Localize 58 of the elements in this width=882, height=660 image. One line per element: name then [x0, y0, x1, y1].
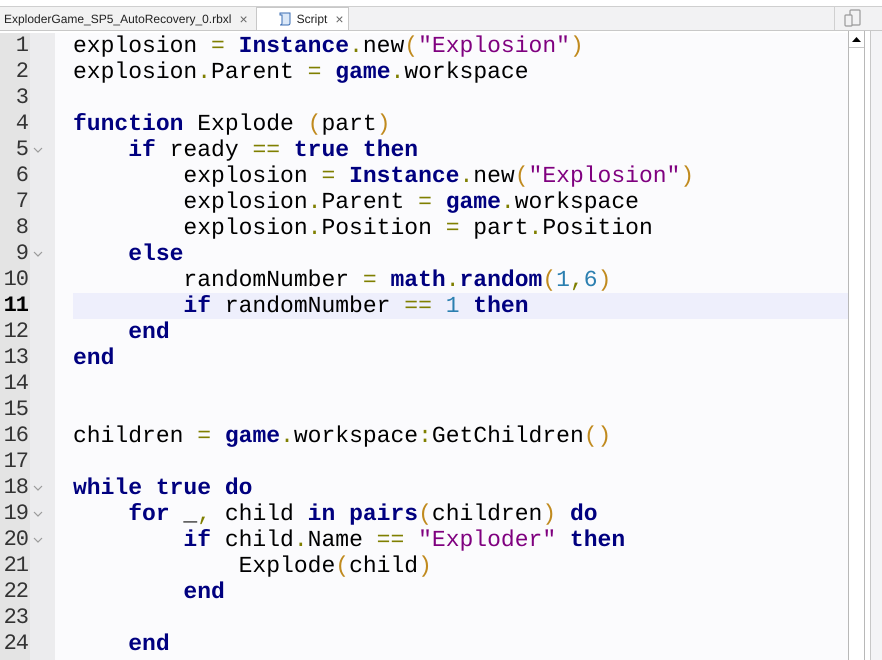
line-number: 24 [4, 633, 28, 655]
scroll-icon [276, 11, 293, 27]
line-number: 4 [16, 113, 28, 135]
scroll-up-icon[interactable] [852, 36, 861, 42]
fold-icon[interactable] [33, 485, 43, 491]
code-line: for _, child in pairs(children) do [127, 502, 598, 526]
line-number: 17 [4, 451, 28, 473]
line-number: 6 [16, 165, 28, 187]
code-line: function Explode (part) [73, 112, 390, 136]
line-number: 8 [16, 217, 28, 239]
code-line: end [73, 346, 114, 370]
line-number: 1 [16, 35, 28, 57]
code-line: end [182, 580, 225, 604]
code-line: Explode(child) [238, 554, 432, 578]
close-icon[interactable]: × [239, 12, 248, 26]
code-line: if randomNumber == 1 then [182, 294, 529, 318]
code-line: end [127, 632, 170, 656]
scrollbar[interactable] [848, 31, 865, 660]
code-line: if ready == true then [127, 138, 418, 162]
line-number: 19 [4, 503, 28, 525]
line-number: 14 [4, 373, 28, 395]
line-number: 12 [4, 321, 28, 343]
line-number: 21 [4, 555, 28, 577]
line-number: 13 [4, 347, 28, 369]
code-line: if child.Name == "Exploder" then [182, 528, 626, 552]
editor-tab[interactable]: Script × [256, 7, 349, 30]
code-line: explosion.Parent = game.workspace [182, 190, 639, 214]
line-number: 16 [4, 425, 28, 447]
line-number: 5 [16, 139, 28, 161]
code-line: else [127, 242, 184, 266]
line-number: 9 [16, 243, 28, 265]
code-line: randomNumber = math.random(1,6) [182, 268, 612, 292]
tab-label: ExploderGame_SP5_AutoRecovery_0.rbxl [4, 10, 232, 28]
line-number: 10 [4, 269, 28, 291]
fold-icon[interactable] [33, 537, 43, 543]
code-line: explosion = Instance.new("Explosion") [182, 164, 694, 188]
line-number: 22 [4, 581, 28, 603]
line-number: 18 [4, 477, 28, 499]
line-number: 7 [16, 191, 28, 213]
line-number: 23 [4, 607, 28, 629]
fold-icon[interactable] [33, 147, 43, 153]
close-icon[interactable]: × [335, 12, 344, 26]
fold-icon[interactable] [33, 511, 43, 517]
line-number: 3 [16, 87, 28, 109]
line-number: 2 [16, 61, 28, 83]
code-line: explosion.Parent = game.workspace [73, 60, 529, 84]
code-line: children = game.workspace:GetChildren() [73, 424, 612, 448]
code-editor[interactable] [0, 31, 848, 660]
line-number: 11 [4, 295, 28, 317]
code-line: explosion.Position = part.Position [182, 216, 653, 240]
fold-icon[interactable] [33, 251, 43, 257]
line-number: 15 [4, 399, 28, 421]
code-line: while true do [73, 476, 252, 500]
line-number: 20 [4, 529, 28, 551]
devices-icon[interactable] [844, 9, 862, 27]
tab-label: Script [296, 11, 328, 28]
code-line: explosion = Instance.new("Explosion") [73, 34, 584, 58]
code-line: end [127, 320, 170, 344]
